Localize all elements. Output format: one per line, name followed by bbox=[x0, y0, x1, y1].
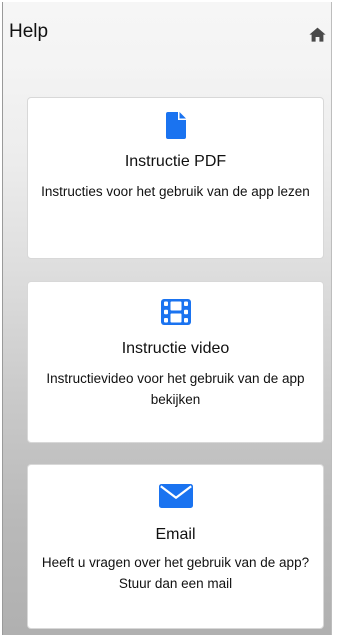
header-bar: Help bbox=[3, 2, 331, 58]
instruction-pdf-card[interactable]: Instructie PDF Instructies voor het gebr… bbox=[27, 97, 324, 259]
home-icon[interactable] bbox=[309, 27, 326, 42]
card-description: Instructievideo voor het gebruik van de … bbox=[46, 371, 305, 407]
envelope-icon bbox=[158, 484, 193, 508]
help-screen: Help Instructie PDF Instructies voor het… bbox=[2, 2, 332, 635]
email-card[interactable]: Email Heeft u vragen over het gebruik va… bbox=[27, 464, 324, 629]
film-icon bbox=[160, 299, 191, 325]
file-icon bbox=[165, 112, 186, 139]
page-title: Help bbox=[9, 21, 49, 42]
card-description: Instructies voor het gebruik van de app … bbox=[41, 184, 310, 199]
card-title: Instructie video bbox=[121, 340, 230, 357]
instruction-video-card[interactable]: Instructie video Instructievideo voor he… bbox=[27, 281, 324, 443]
card-title: Email bbox=[155, 526, 196, 543]
card-title: Instructie PDF bbox=[124, 153, 227, 170]
card-description: Heeft u vragen over het gebruik van de a… bbox=[41, 555, 310, 591]
